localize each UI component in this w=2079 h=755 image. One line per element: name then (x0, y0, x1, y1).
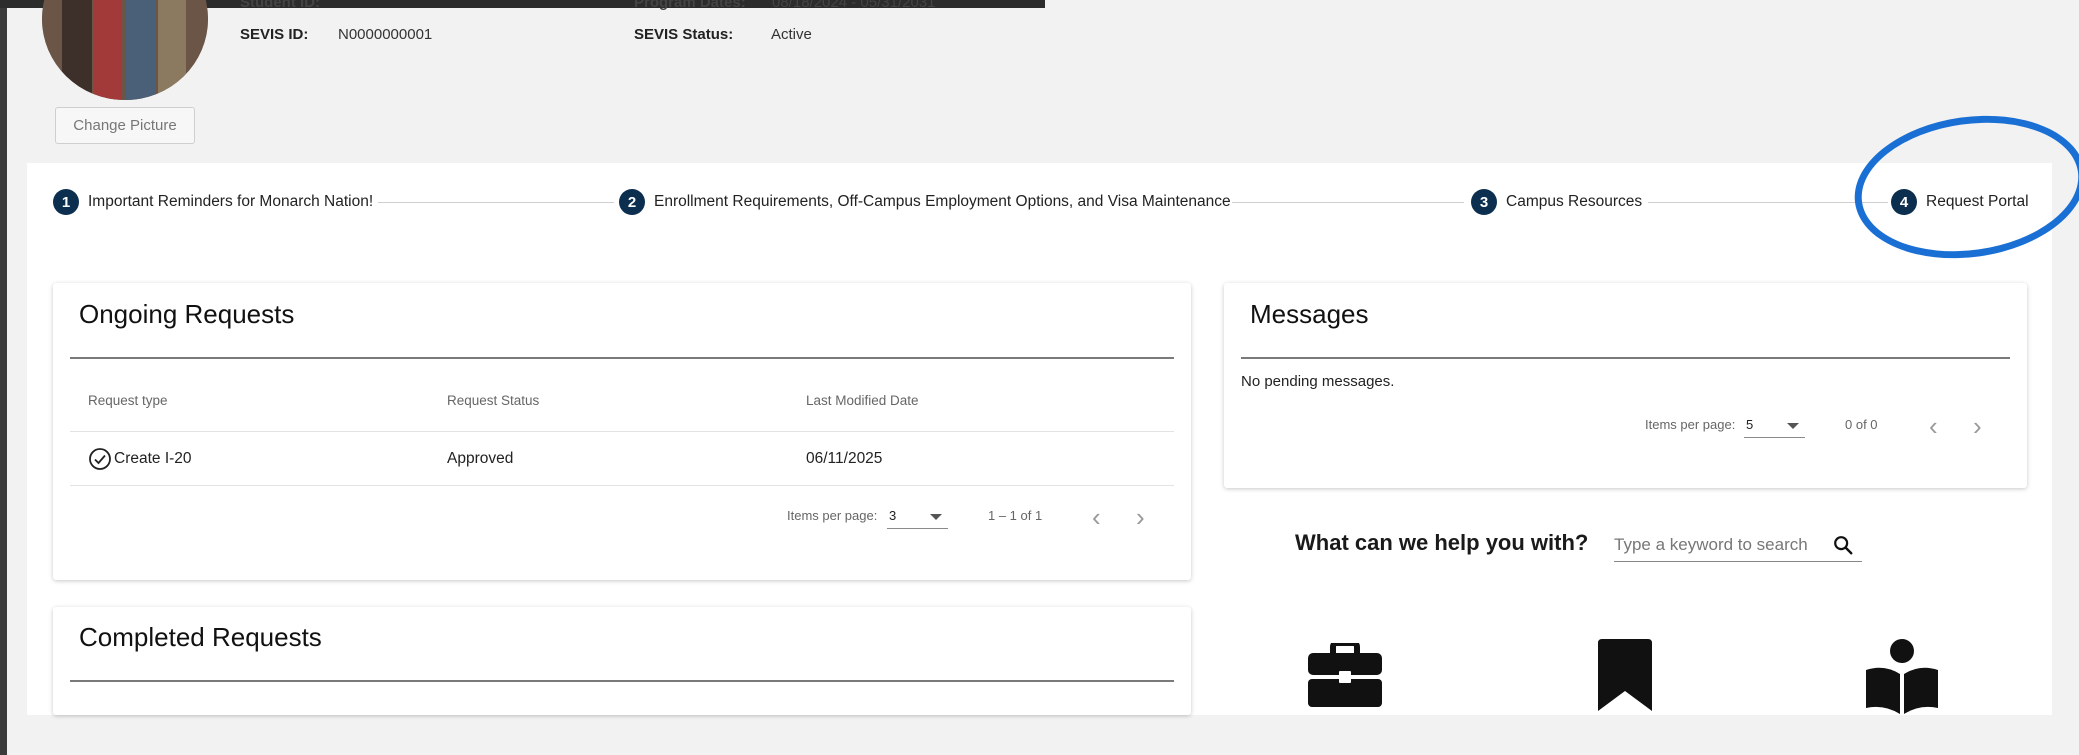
step-number-badge: 3 (1471, 189, 1497, 215)
card-title-divider (1241, 357, 2010, 359)
column-header-last-modified[interactable]: Last Modified Date (806, 393, 919, 408)
stepper-connector (1648, 202, 1888, 203)
completed-requests-title: Completed Requests (79, 622, 322, 652)
items-per-page-label: Items per page: (1645, 417, 1736, 432)
sevis-status-value: Active (771, 26, 812, 43)
card-title-divider (70, 680, 1174, 682)
request-status-cell: Approved (447, 450, 514, 467)
sevis-status-label: SEVIS Status: (634, 26, 734, 43)
briefcase-icon[interactable] (1308, 643, 1382, 707)
student-id-label: Student ID: (240, 0, 320, 11)
chevron-down-icon (930, 514, 942, 520)
sevis-id-label: SEVIS ID: (240, 26, 309, 43)
reader-icon[interactable] (1866, 638, 1938, 714)
items-per-page-select[interactable]: 3 (887, 503, 948, 529)
step-important-reminders[interactable]: 1 Important Reminders for Monarch Nation… (53, 189, 373, 215)
next-page-icon[interactable]: › (1973, 413, 1982, 439)
step-campus-resources[interactable]: 3 Campus Resources (1471, 189, 1642, 215)
step-label: Important Reminders for Monarch Nation! (88, 193, 374, 210)
items-per-page-value: 3 (889, 508, 897, 523)
step-label: Campus Resources (1506, 193, 1643, 210)
program-dates-value: 08/18/2024 - 05/31/2031 (772, 0, 936, 11)
card-title-divider (70, 357, 1174, 359)
previous-page-icon[interactable]: ‹ (1929, 413, 1938, 439)
chevron-down-icon (1787, 423, 1799, 429)
help-heading: What can we help you with? (1295, 530, 1589, 555)
stepper-connector (1232, 202, 1464, 203)
pagination-range: 0 of 0 (1845, 417, 1878, 432)
pagination-range: 1 – 1 of 1 (988, 508, 1043, 523)
profile-avatar (42, 0, 208, 100)
ongoing-requests-title: Ongoing Requests (79, 299, 295, 329)
items-per-page-label: Items per page: (787, 508, 878, 523)
next-page-icon[interactable]: › (1136, 504, 1145, 530)
step-number-badge: 1 (53, 189, 79, 215)
change-picture-button[interactable]: Change Picture (55, 107, 195, 144)
program-dates-label: Program Dates: (634, 0, 746, 11)
column-header-request-status[interactable]: Request Status (447, 393, 539, 408)
previous-page-icon[interactable]: ‹ (1092, 504, 1101, 530)
sevis-id-value: N0000000001 (338, 26, 433, 43)
stepper-connector (378, 202, 614, 203)
keyword-search-input[interactable] (1614, 532, 1819, 558)
table-row-border (70, 485, 1174, 486)
table-header-border (70, 431, 1174, 432)
step-number-badge: 2 (619, 189, 645, 215)
messages-title: Messages (1250, 299, 1369, 329)
bookmark-icon[interactable] (1598, 639, 1652, 711)
last-modified-cell: 06/11/2025 (806, 450, 883, 467)
keyword-search-box (1614, 532, 1862, 562)
no-messages-text: No pending messages. (1241, 373, 1395, 390)
column-header-request-type[interactable]: Request type (88, 393, 168, 408)
step-label: Enrollment Requirements, Off-Campus Empl… (654, 193, 1231, 210)
check-circle-icon (89, 448, 111, 470)
step-enrollment-requirements[interactable]: 2 Enrollment Requirements, Off-Campus Em… (619, 189, 1231, 215)
request-type-cell: Create I-20 (114, 450, 192, 467)
search-icon[interactable] (1832, 534, 1854, 556)
window-frame-left (0, 0, 7, 755)
items-per-page-value: 5 (1746, 417, 1754, 432)
items-per-page-select[interactable]: 5 (1744, 412, 1805, 438)
